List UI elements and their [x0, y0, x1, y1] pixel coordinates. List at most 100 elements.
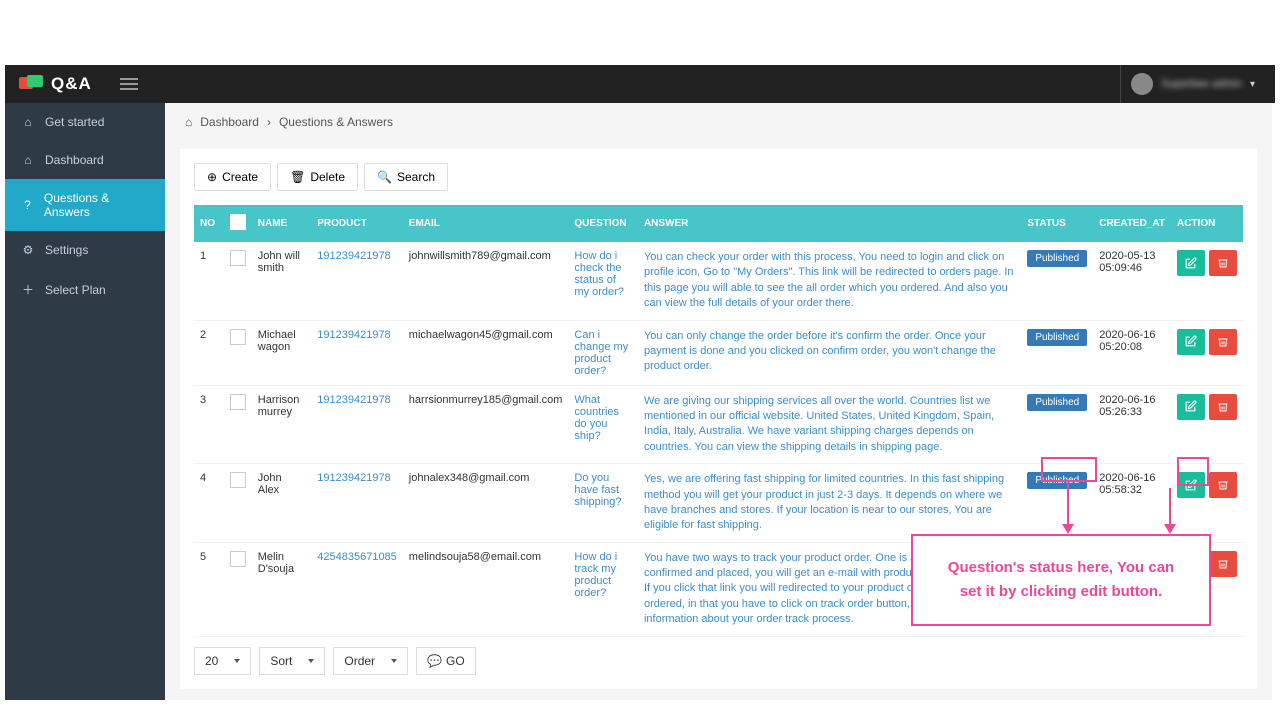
- cell-question: Do you have fast shipping?: [568, 464, 638, 543]
- cell-product: 191239421978: [311, 242, 403, 320]
- cell-question: How do i check the status of my order?: [568, 242, 638, 320]
- logo-icon: [19, 75, 45, 93]
- cell-answer: We are giving our shipping services all …: [638, 385, 1021, 464]
- cell-check: [224, 385, 252, 464]
- edit-button[interactable]: [1177, 472, 1205, 498]
- arrow-down-1: [1058, 484, 1078, 534]
- sidebar-item-label: Select Plan: [45, 283, 106, 297]
- edit-button[interactable]: [1177, 329, 1205, 355]
- cell-check: [224, 464, 252, 543]
- pager: 20 Sort Order 💬GO: [194, 647, 1243, 675]
- callout-line1: Question's status here, You can: [937, 556, 1185, 580]
- select-all-checkbox[interactable]: [230, 214, 246, 230]
- cell-status: Published: [1021, 320, 1093, 385]
- topbar: Q&A Superbee admin ▾: [5, 65, 1275, 103]
- delete-row-button[interactable]: [1209, 329, 1237, 355]
- row-checkbox[interactable]: [230, 250, 246, 266]
- cell-answer: Yes, we are offering fast shipping for l…: [638, 464, 1021, 543]
- cell-check: [224, 320, 252, 385]
- sidebar-item-label: Get started: [45, 115, 104, 129]
- col-action: ACTION: [1171, 205, 1243, 242]
- cell-check: [224, 542, 252, 636]
- cell-no: 3: [194, 385, 224, 464]
- cell-created: 2020-06-16 05:20:08: [1093, 320, 1171, 385]
- edit-button[interactable]: [1177, 250, 1205, 276]
- cell-email: johnwillsmith789@gmail.com: [403, 242, 569, 320]
- cell-product: 191239421978: [311, 464, 403, 543]
- cell-email: melindsouja58@email.com: [403, 542, 569, 636]
- sidebar: ⌂Get started ⌂ Dashboard ?Questions & Ans…: [5, 103, 165, 700]
- plus-icon: ＋: [21, 281, 35, 298]
- cell-answer: You can check your order with this proce…: [638, 242, 1021, 320]
- create-button[interactable]: ⊕Create: [194, 163, 271, 191]
- cell-no: 2: [194, 320, 224, 385]
- cell-action: [1171, 320, 1243, 385]
- chevron-down-icon: [391, 659, 397, 663]
- sidebar-item-label: Dashboard: [45, 153, 104, 167]
- delete-row-button[interactable]: [1209, 394, 1237, 420]
- per-page-select[interactable]: 20: [194, 647, 251, 675]
- product-link[interactable]: 191239421978: [317, 250, 390, 262]
- cell-question: What countries do you ship?: [568, 385, 638, 464]
- delete-row-button[interactable]: [1209, 250, 1237, 276]
- product-link[interactable]: 191239421978: [317, 394, 390, 406]
- cell-created: 2020-06-16 05:26:33: [1093, 385, 1171, 464]
- cell-action: [1171, 385, 1243, 464]
- delete-row-button[interactable]: [1209, 551, 1237, 577]
- cell-question: How do i track my product order?: [568, 542, 638, 636]
- col-check: [224, 205, 252, 242]
- order-select[interactable]: Order: [333, 647, 408, 675]
- cell-answer: You can only change the order before it'…: [638, 320, 1021, 385]
- go-button[interactable]: 💬GO: [416, 647, 476, 675]
- menu-toggle-icon[interactable]: [120, 75, 138, 93]
- col-question: QUESTION: [568, 205, 638, 242]
- search-icon: 🔍: [377, 170, 392, 184]
- row-checkbox[interactable]: [230, 394, 246, 410]
- chevron-down-icon: [234, 659, 240, 663]
- col-email: EMAIL: [403, 205, 569, 242]
- sidebar-item-get-started[interactable]: ⌂Get started: [5, 103, 165, 141]
- user-menu[interactable]: Superbee admin ▾: [1120, 65, 1265, 103]
- user-name: Superbee admin: [1161, 78, 1242, 90]
- cell-status: Published: [1021, 242, 1093, 320]
- sidebar-item-settings[interactable]: ⚙ Settings: [5, 231, 165, 269]
- toolbar: ⊕Create 🗑Delete 🔍Search: [194, 163, 1243, 191]
- cell-no: 4: [194, 464, 224, 543]
- sort-select[interactable]: Sort: [259, 647, 325, 675]
- cell-email: harrsionmurrey185@gmail.com: [403, 385, 569, 464]
- product-link[interactable]: 191239421978: [317, 329, 390, 341]
- col-status: STATUS: [1021, 205, 1093, 242]
- product-link[interactable]: 4254835671085: [317, 551, 397, 563]
- row-checkbox[interactable]: [230, 551, 246, 567]
- table-row: 1John will smith191239421978johnwillsmit…: [194, 242, 1243, 320]
- callout-box: Question's status here, You can set it b…: [911, 534, 1211, 626]
- cell-name: Melin D'souja: [252, 542, 312, 636]
- gear-icon: ⚙: [21, 243, 35, 257]
- sidebar-item-questions[interactable]: ?Questions & Answers: [5, 179, 165, 231]
- sidebar-item-select-plan[interactable]: ＋ Select Plan: [5, 269, 165, 310]
- search-button[interactable]: 🔍Search: [364, 163, 448, 191]
- home-icon: ⌂: [185, 115, 192, 129]
- product-link[interactable]: 191239421978: [317, 472, 390, 484]
- sidebar-item-label: Settings: [45, 243, 88, 257]
- sidebar-item-label: Questions & Answers: [44, 191, 149, 219]
- edit-button[interactable]: [1177, 394, 1205, 420]
- delete-row-button[interactable]: [1209, 472, 1237, 498]
- cell-name: Michael wagon: [252, 320, 312, 385]
- status-badge: Published: [1027, 329, 1087, 346]
- cell-action: [1171, 464, 1243, 543]
- col-no: NO: [194, 205, 224, 242]
- table-row: 4John Alex191239421978johnalex348@gmail.…: [194, 464, 1243, 543]
- cell-action: [1171, 242, 1243, 320]
- delete-button[interactable]: 🗑Delete: [277, 163, 358, 191]
- sidebar-item-dashboard[interactable]: ⌂ Dashboard: [5, 141, 165, 179]
- home-icon: ⌂: [21, 153, 35, 167]
- cell-name: John Alex: [252, 464, 312, 543]
- chevron-down-icon: [308, 659, 314, 663]
- row-checkbox[interactable]: [230, 472, 246, 488]
- callout-line2: set it by clicking edit button.: [937, 580, 1185, 604]
- table-row: 3Harrison murrey191239421978harrsionmurr…: [194, 385, 1243, 464]
- cell-product: 191239421978: [311, 320, 403, 385]
- breadcrumb-home[interactable]: Dashboard: [200, 115, 259, 129]
- row-checkbox[interactable]: [230, 329, 246, 345]
